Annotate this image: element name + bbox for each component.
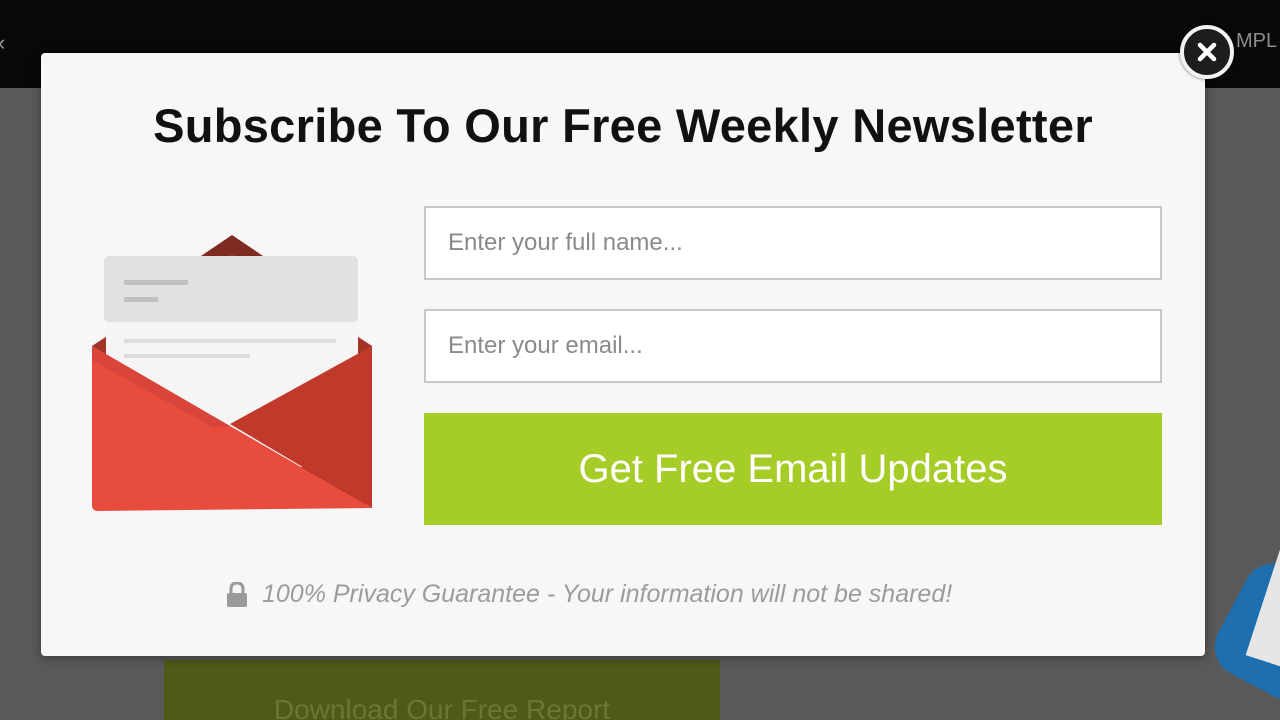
- nav-menu-item: MPL: [1236, 30, 1278, 52]
- download-report-button: Download Our Free Report: [164, 660, 720, 720]
- email-input[interactable]: [424, 309, 1162, 383]
- nav-arrow-icon: ‹: [0, 30, 5, 56]
- full-name-input[interactable]: [424, 206, 1162, 280]
- close-icon: [1197, 42, 1217, 62]
- get-updates-button[interactable]: Get Free Email Updates: [424, 413, 1162, 525]
- envelope-icon: [92, 235, 372, 511]
- lock-icon: [227, 581, 247, 607]
- modal-title: Subscribe To Our Free Weekly Newsletter: [153, 99, 1093, 152]
- privacy-text: 100% Privacy Guarantee - Your informatio…: [262, 580, 953, 608]
- privacy-note: 100% Privacy Guarantee - Your informatio…: [226, 580, 952, 609]
- close-button[interactable]: [1180, 25, 1234, 79]
